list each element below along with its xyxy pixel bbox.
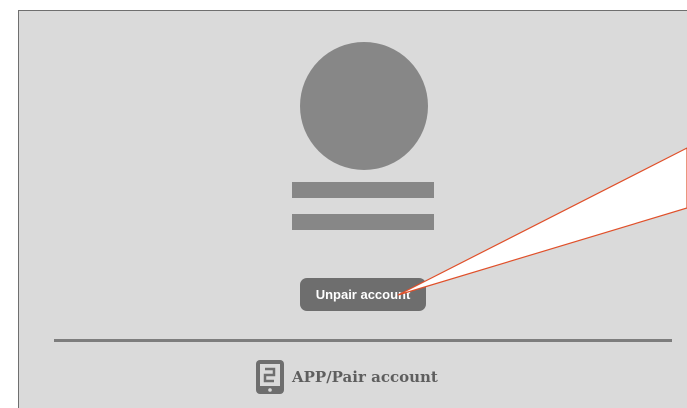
unpair-account-button[interactable]: Unpair account (300, 278, 426, 311)
avatar (300, 42, 428, 170)
detail-placeholder-bar (292, 214, 434, 230)
pair-account-link[interactable]: APP/Pair account (254, 359, 438, 395)
divider (54, 339, 672, 342)
account-panel: Unpair account APP/Pair account (18, 10, 687, 408)
pair-account-label: APP/Pair account (292, 368, 438, 386)
phone-app-icon (256, 360, 284, 394)
name-placeholder-bar (292, 182, 434, 198)
